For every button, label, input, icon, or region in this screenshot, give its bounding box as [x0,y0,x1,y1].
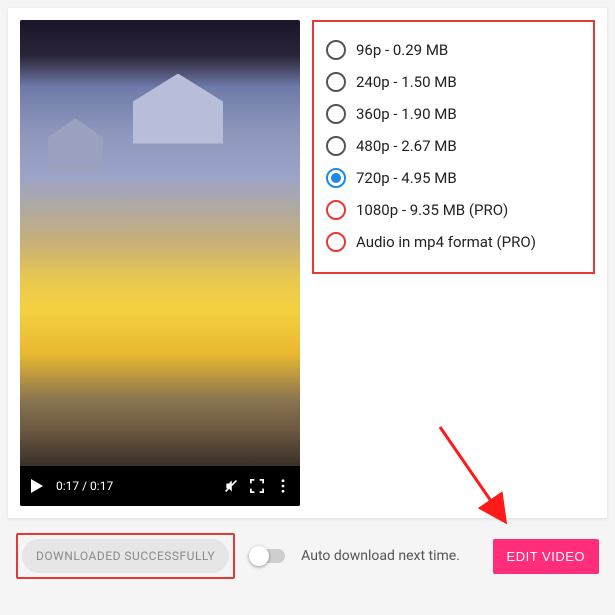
quality-options-panel: 96p - 0.29 MB 240p - 1.50 MB 360p - 1.90… [312,20,595,274]
quality-label: 720p - 4.95 MB [356,169,457,187]
video-time: 0:17 / 0:17 [56,479,113,493]
current-time: 0:17 [56,479,79,493]
quality-label: 96p - 0.29 MB [356,41,448,59]
radio-icon-selected [326,168,346,188]
edit-video-button[interactable]: EDIT VIDEO [493,539,599,574]
main-panel: 0:17 / 0:17 96p - 0.29 MB 240p - 1.50 MB [8,8,607,518]
auto-download-toggle[interactable] [251,549,285,563]
quality-label: 240p - 1.50 MB [356,73,457,91]
bottom-bar: DOWNLOADED SUCCESSFULLY Auto download ne… [0,521,615,607]
video-controls: 0:17 / 0:17 [20,466,300,506]
play-icon[interactable] [30,479,44,493]
radio-icon [326,104,346,124]
quality-option-audio-pro[interactable]: Audio in mp4 format (PRO) [324,226,583,258]
download-status: DOWNLOADED SUCCESSFULLY [22,539,229,573]
mute-icon[interactable] [224,479,238,493]
quality-option-96p[interactable]: 96p - 0.29 MB [324,34,583,66]
quality-label: 1080p - 9.35 MB (PRO) [356,201,508,219]
quality-label: Audio in mp4 format (PRO) [356,233,536,251]
duration: 0:17 [90,479,113,493]
radio-icon [326,136,346,156]
video-thumbnail [20,20,300,466]
quality-label: 480p - 2.67 MB [356,137,457,155]
quality-label: 360p - 1.90 MB [356,105,457,123]
fullscreen-icon[interactable] [250,479,264,493]
quality-option-240p[interactable]: 240p - 1.50 MB [324,66,583,98]
auto-download-label: Auto download next time. [301,548,460,564]
quality-option-360p[interactable]: 360p - 1.90 MB [324,98,583,130]
radio-icon [326,72,346,92]
radio-icon-pro [326,232,346,252]
radio-icon-pro [326,200,346,220]
video-player[interactable]: 0:17 / 0:17 [20,20,300,506]
quality-option-480p[interactable]: 480p - 2.67 MB [324,130,583,162]
quality-option-1080p-pro[interactable]: 1080p - 9.35 MB (PRO) [324,194,583,226]
download-status-highlight: DOWNLOADED SUCCESSFULLY [16,533,235,579]
radio-icon [326,40,346,60]
more-icon[interactable] [276,479,290,493]
quality-option-720p[interactable]: 720p - 4.95 MB [324,162,583,194]
